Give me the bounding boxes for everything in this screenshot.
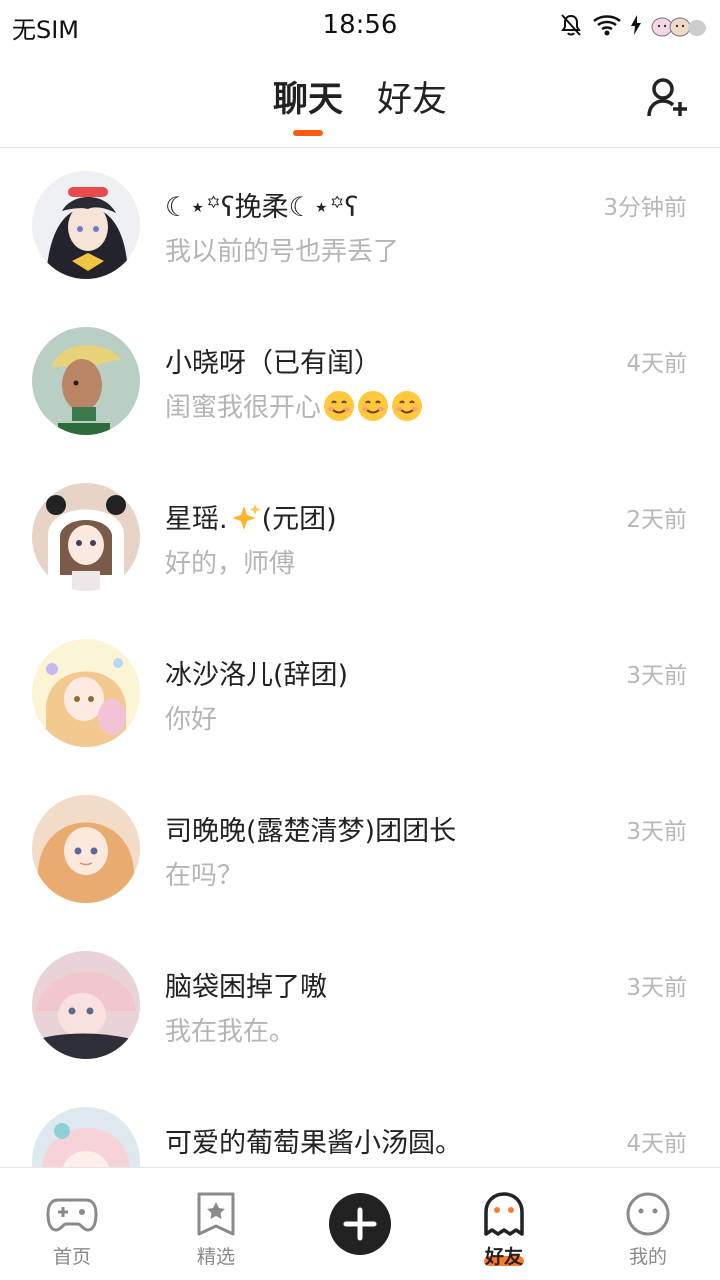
smiley-face-icon [626, 1192, 670, 1236]
plus-icon [343, 1207, 377, 1241]
chat-list[interactable]: ☾⋆꙳ʕ挽柔☾⋆꙳ʕ 我以前的号也弄丢了 3分钟前 小晓呀（已有闺） 闺蜜我很开… [0, 149, 720, 1167]
chat-row[interactable]: 冰沙洛儿(辞团) 你好 3天前 [0, 617, 720, 773]
chat-preview: 你好 [165, 705, 218, 735]
battery-face-icon [651, 17, 706, 37]
add-user-icon[interactable] [646, 76, 690, 120]
nav-featured-label: 精选 [196, 1246, 235, 1268]
avatar[interactable] [32, 639, 140, 747]
status-bar: 无SIM 18:56 [0, 0, 720, 52]
tab-chat[interactable]: 聊天 [272, 78, 343, 136]
wifi-icon [593, 15, 621, 36]
chat-time: 3天前 [626, 975, 687, 1001]
bottom-nav: 首页 精选 好友 我的 [0, 1167, 720, 1280]
avatar[interactable] [32, 483, 140, 591]
chat-preview: 我以前的号也弄丢了 [165, 237, 400, 267]
chat-row[interactable]: 星瑶. (元团) 好的，师傅 2天前 [0, 461, 720, 617]
chat-preview: 我在我在。 [165, 1017, 296, 1047]
gamepad-icon [46, 1198, 98, 1232]
tab-friends-label: 好友 [377, 80, 448, 120]
chat-name: 小晓呀（已有闺） [165, 348, 381, 379]
smile-emoji [324, 391, 355, 421]
chat-row[interactable]: 司晚晚(露楚清梦)团团长 在吗？ 3天前 [0, 773, 720, 929]
chat-preview: 好的，师傅 [165, 549, 296, 579]
chat-name: ☾⋆꙳ʕ挽柔☾⋆꙳ʕ [165, 192, 359, 223]
smile-emoji [358, 391, 389, 421]
chat-friend-tabs: 聊天 好友 [0, 78, 720, 136]
top-header: 聊天 好友 [0, 52, 720, 148]
chat-time: 2天前 [626, 507, 687, 533]
chat-name: 可爱的葡萄果酱小汤圆。 [165, 1128, 462, 1159]
active-tab-indicator [292, 130, 323, 136]
chat-preview-text: 闺蜜我很开心 [165, 393, 322, 423]
chat-row[interactable]: 小晓呀（已有闺） 闺蜜我很开心 4天前 [0, 305, 720, 461]
nav-home-label: 首页 [52, 1246, 91, 1268]
nav-friends[interactable]: 好友 [432, 1168, 576, 1280]
create-post-button[interactable] [329, 1193, 391, 1255]
nav-friends-label: 好友 [484, 1246, 523, 1268]
chat-time: 4天前 [626, 1131, 687, 1157]
charging-icon [631, 15, 641, 35]
ghost-icon [484, 1192, 524, 1236]
chat-row[interactable]: ☾⋆꙳ʕ挽柔☾⋆꙳ʕ 我以前的号也弄丢了 3分钟前 [0, 149, 720, 305]
star-bookmark-icon [197, 1192, 235, 1236]
nav-home[interactable]: 首页 [0, 1168, 144, 1280]
chat-name-suffix: (元团) [261, 504, 337, 535]
chat-time: 4天前 [626, 351, 687, 377]
avatar[interactable] [32, 171, 140, 279]
avatar[interactable] [32, 327, 140, 435]
sparkles-emoji [231, 504, 261, 530]
chat-row[interactable]: 可爱的葡萄果酱小汤圆。 4天前 [0, 1085, 720, 1167]
chat-preview: 在吗？ [165, 861, 244, 891]
chat-name: 冰沙洛儿(辞团) [165, 660, 349, 691]
tab-friends[interactable]: 好友 [377, 78, 447, 128]
avatar[interactable] [32, 951, 140, 1059]
chat-row[interactable]: 脑袋困掉了嗷 我在我在。 3天前 [0, 929, 720, 1085]
app-root: 无SIM 18:56 聊天 好友 ☾⋆꙳ʕ挽柔☾⋆꙳ʕ 我以前的号也弄丢了 3分… [0, 0, 720, 1280]
nav-me[interactable]: 我的 [576, 1168, 720, 1280]
chat-time: 3分钟前 [603, 195, 687, 221]
chat-preview: 闺蜜我很开心 [165, 387, 423, 424]
chat-name: 星瑶. (元团) [165, 497, 337, 536]
nav-featured[interactable]: 精选 [144, 1168, 288, 1280]
chat-name-prefix: 星瑶. [165, 504, 228, 535]
avatar[interactable] [32, 795, 140, 903]
smile-emoji [392, 391, 423, 421]
chat-time: 3天前 [626, 819, 687, 845]
avatar[interactable] [32, 1107, 140, 1167]
chat-name: 脑袋困掉了嗷 [165, 972, 327, 1003]
mute-bell-icon [561, 14, 581, 36]
chat-time: 3天前 [626, 663, 687, 689]
status-icons [558, 12, 708, 38]
nav-me-label: 我的 [628, 1246, 667, 1268]
chat-name: 司晚晚(露楚清梦)团团长 [165, 816, 457, 847]
tab-chat-label: 聊天 [272, 80, 343, 120]
